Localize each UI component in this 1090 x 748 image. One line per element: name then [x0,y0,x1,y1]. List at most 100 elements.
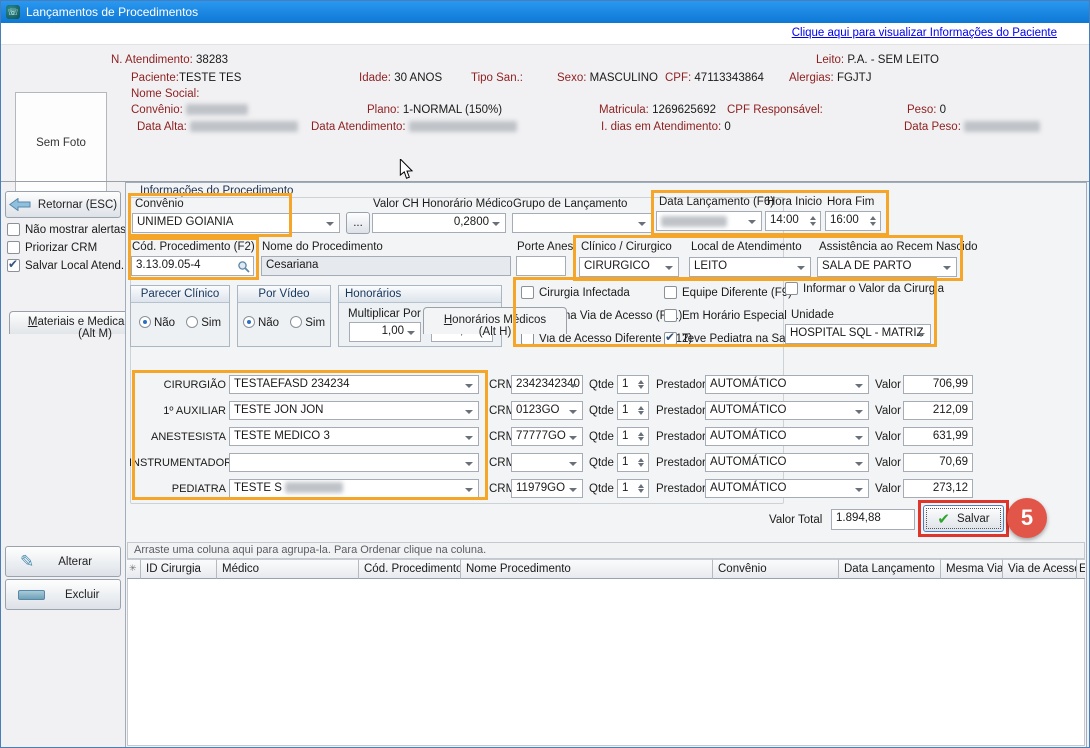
valor-field[interactable]: 273,12 [903,479,973,498]
column-via-de-acesso[interactable]: Via de Acesso [1003,559,1077,579]
redacted-value [964,121,1040,132]
nome-social: Nome Social: [131,88,199,100]
checkbox-salvar-local-atend[interactable]: Salvar Local Atend. [7,259,124,272]
grupo-lancamento-combobox[interactable] [512,213,652,233]
valor-field[interactable]: 631,99 [903,427,973,446]
crm-field[interactable] [511,453,583,472]
porte-anes-field[interactable] [516,256,566,276]
salvar-label: Salvar [957,513,990,525]
valor-field[interactable]: 212,09 [903,401,973,420]
crm-field[interactable]: 11979GO [511,479,583,498]
grid-groupby-bar[interactable]: Arraste uma coluna aqui para agrupa-la. … [127,542,1085,559]
cod-procedimento-field[interactable]: 3.13.09.05-4 [131,256,254,276]
column-medico[interactable]: Médico [217,559,359,579]
unidade-combobox[interactable]: HOSPITAL SQL - MATRIZ [785,324,931,344]
tipo-sanguineo: Tipo San.: [471,72,523,84]
grid-body[interactable] [127,579,1085,746]
leito: Leito: P.A. - SEM LEITO [816,54,939,66]
patient-info-link[interactable]: Clique aqui para visualizar Informações … [792,27,1057,39]
hora-fim-spinner[interactable]: 16:00 [825,211,881,231]
checkbox-cirurgia-infectada[interactable]: Cirurgia Infectada [521,286,630,299]
checkbox-priorizar-crm[interactable]: Priorizar CRM [7,241,97,254]
app-window: ☏ Lançamentos de Procedimentos Clique aq… [0,0,1090,748]
parecer-clinico-panel: Parecer Clínico Não Sim [130,285,230,347]
radio-parecer-sim[interactable] [186,316,198,328]
cpf-responsavel: CPF Responsável: [727,104,823,116]
checkbox-label: Não mostrar alertas [25,224,126,236]
checkbox-equipe-diferente[interactable]: Equipe Diferente (F9) [664,286,792,299]
qtde-spinner[interactable]: 1 [617,479,649,498]
multiplicar-field[interactable]: 1,00 [349,322,421,342]
checkbox-label: Priorizar CRM [25,242,97,254]
plano: Plano: 1-NORMAL (150%) [367,104,502,116]
prestador-combobox[interactable]: AUTOMÁTICO [705,479,869,498]
anestesista-combobox[interactable]: TESTE MEDICO 3 [229,427,479,446]
search-icon[interactable] [237,260,250,273]
hora-inicio-spinner[interactable]: 14:00 [765,211,821,231]
column-id-cirurgia[interactable]: ID Cirurgia [141,559,217,579]
excluir-label: Excluir [65,589,100,601]
crm-field[interactable]: 2342342340 [511,375,583,394]
alergias: Alergias: FGJTJ [789,72,871,84]
redacted-value [285,482,343,493]
salvar-button[interactable]: ✔ Salvar [923,505,1004,532]
checkbox-box[interactable] [7,259,20,272]
role-label: ANESTESISTA [129,431,226,443]
qtde-spinner[interactable]: 1 [617,375,649,394]
valor-label: Valor [875,405,901,417]
por-video-title: Por Vídeo [238,286,330,303]
column-mesma-via[interactable]: Mesma Via d [941,559,1003,579]
checkbox-informar-valor-cirurgia[interactable]: Informar o Valor da Cirurgia [785,282,944,295]
valor-ch-field[interactable]: 0,2800 [372,213,506,233]
qtde-spinner[interactable]: 1 [617,427,649,446]
prestador-combobox[interactable]: AUTOMÁTICO [705,375,869,394]
radio-video-sim[interactable] [290,316,302,328]
convenio-combobox[interactable]: UNIMED GOIANIA [132,213,340,233]
check-icon: ✔ [937,510,950,528]
valor-field[interactable]: 70,69 [903,453,973,472]
assistencia-label: Assistência ao Recem Nascido [819,241,978,253]
prestador-label: Prestador [656,483,706,495]
column-nome-procedimento[interactable]: Nome Procedimento [461,559,713,579]
local-atendimento-combobox[interactable]: LEITO [689,257,811,277]
cirurgiao-combobox[interactable]: TESTAEFASD 234234 [229,375,479,394]
assistencia-combobox[interactable]: SALA DE PARTO [817,257,957,277]
radio-video-nao[interactable] [243,316,255,328]
column-convenio[interactable]: Convênio [713,559,839,579]
pediatra-combobox[interactable]: TESTE S [229,479,479,498]
valor-field[interactable]: 706,99 [903,375,973,394]
por-video-panel: Por Vídeo Não Sim [237,285,331,347]
prestador-combobox[interactable]: AUTOMÁTICO [705,427,869,446]
data-lancamento-field[interactable] [656,211,762,231]
instrumentador-combobox[interactable] [229,453,479,472]
qtde-label: Qtde [589,431,614,443]
qtde-spinner[interactable]: 1 [617,453,649,472]
idade: Idade: 30 ANOS [359,72,442,84]
prestador-combobox[interactable]: AUTOMÁTICO [705,401,869,420]
photo-label: Sem Foto [36,137,86,149]
clinico-cirurgico-combobox[interactable]: CIRURGICO [579,257,679,277]
parecer-clinico-title: Parecer Clínico [131,286,229,303]
checkbox-nao-mostrar-alertas[interactable]: Não mostrar alertas [7,223,126,236]
auxiliar-combobox[interactable]: TESTE JON JON [229,401,479,420]
checkbox-horario-especial[interactable]: Em Horário Especial [664,309,787,322]
more-options-button[interactable]: ... [346,212,370,234]
role-label: CIRURGIÃO [129,379,226,391]
retornar-button[interactable]: Retornar (ESC) [5,191,121,218]
qtde-spinner[interactable]: 1 [617,401,649,420]
column-data-lancamento[interactable]: Data Lançamento [839,559,941,579]
radio-parecer-nao[interactable] [139,316,151,328]
valor-label: Valor [875,457,901,469]
alterar-button[interactable]: ✎ Alterar [5,546,121,577]
tab-honorarios[interactable]: Honorários Médicos (Alt H) [423,307,567,334]
crm-field[interactable]: 0123GO [511,401,583,420]
crm-field[interactable]: 77777GO [511,427,583,446]
column-truncated[interactable]: E [1077,559,1085,579]
checkbox-box[interactable] [7,241,20,254]
checkbox-teve-pediatra[interactable]: Teve Pediatra na Sala [664,332,795,345]
checkbox-box[interactable] [7,223,20,236]
column-cod-procedimento[interactable]: Cód. Procedimento [359,559,461,579]
excluir-button[interactable]: Excluir [5,579,121,610]
radio-label: Não [258,317,279,329]
prestador-combobox[interactable]: AUTOMÁTICO [705,453,869,472]
